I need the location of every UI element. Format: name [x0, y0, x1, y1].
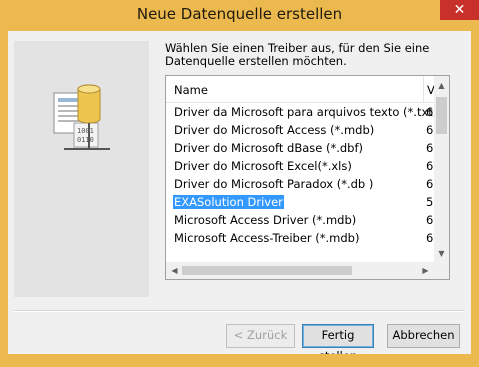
database-driver-icon: 1001 0110	[53, 84, 110, 150]
driver-row[interactable]: Driver do Microsoft Access (*.mdb) 6	[166, 121, 434, 139]
scroll-right-icon[interactable]: ▶	[418, 263, 433, 278]
driver-name: Driver da Microsoft para arquivos texto …	[174, 105, 450, 119]
close-button[interactable]: ✕	[440, 0, 479, 20]
horizontal-scroll-thumb[interactable]	[182, 266, 352, 275]
driver-row[interactable]: Microsoft Access-Treiber (*.mdb) 6	[166, 229, 434, 247]
driver-row[interactable]: Driver da Microsoft para arquivos texto …	[166, 103, 449, 121]
driver-version: 6	[426, 177, 434, 191]
title-bar: Neue Datenquelle erstellen ✕	[0, 0, 479, 31]
vertical-scrollbar[interactable]: ▲ ▼	[434, 76, 449, 262]
cancel-button[interactable]: Abbrechen	[387, 324, 460, 348]
column-divider[interactable]	[423, 76, 424, 102]
driver-version: 6	[426, 231, 434, 245]
driver-version: 6	[426, 105, 434, 119]
driver-version: 6	[426, 123, 434, 137]
back-button[interactable]: < Zurück	[226, 324, 295, 348]
driver-row[interactable]: Microsoft Access Driver (*.mdb) 6	[166, 211, 434, 229]
driver-name: EXASolution Driver	[173, 195, 284, 209]
driver-name: Driver do Microsoft Paradox (*.db )	[174, 177, 374, 191]
driver-row[interactable]: Driver do Microsoft Excel(*.xls) 6	[166, 157, 434, 175]
instruction-text: Wählen Sie einen Treiber aus, für den Si…	[165, 41, 430, 68]
scroll-left-icon[interactable]: ◀	[167, 263, 182, 278]
driver-name: Driver do Microsoft dBase (*.dbf)	[174, 141, 364, 155]
column-header-name[interactable]: Name	[174, 83, 208, 97]
dialog-body: 1001 0110 Wählen Sie einen Treiber aus, …	[8, 31, 471, 363]
driver-version: 5	[426, 195, 434, 209]
scrollbar-corner	[434, 262, 449, 279]
driver-name: Driver do Microsoft Excel(*.xls)	[174, 159, 352, 173]
list-header: Name V	[166, 76, 435, 103]
driver-row[interactable]: Driver do Microsoft Paradox (*.db ) 6	[166, 175, 434, 193]
driver-listbox[interactable]: Name V Driver da Microsoft para arquivos…	[165, 75, 450, 280]
driver-name: Driver do Microsoft Access (*.mdb)	[174, 123, 375, 137]
driver-name: Microsoft Access Driver (*.mdb)	[174, 213, 357, 227]
horizontal-scrollbar[interactable]: ◀ ▶	[166, 262, 434, 279]
driver-version: 6	[426, 213, 434, 227]
svg-text:1001: 1001	[77, 127, 94, 135]
driver-version: 6	[426, 159, 434, 173]
window-border	[0, 354, 479, 362]
wizard-side-panel: 1001 0110	[14, 41, 149, 297]
driver-name: Microsoft Access-Treiber (*.mdb)	[174, 231, 360, 245]
driver-row-selected[interactable]: EXASolution Driver 5	[166, 193, 434, 211]
separator	[14, 310, 465, 312]
vertical-scroll-thumb[interactable]	[436, 97, 447, 134]
finish-button[interactable]: Fertig stellen	[302, 324, 374, 363]
scroll-up-icon[interactable]: ▲	[434, 78, 449, 93]
svg-text:0110: 0110	[77, 136, 94, 144]
driver-version: 6	[426, 141, 434, 155]
driver-row[interactable]: Driver do Microsoft dBase (*.dbf) 6	[166, 139, 434, 157]
scroll-down-icon[interactable]: ▼	[434, 246, 449, 261]
window-title: Neue Datenquelle erstellen	[136, 5, 343, 23]
driver-rows: Driver da Microsoft para arquivos texto …	[166, 103, 449, 247]
